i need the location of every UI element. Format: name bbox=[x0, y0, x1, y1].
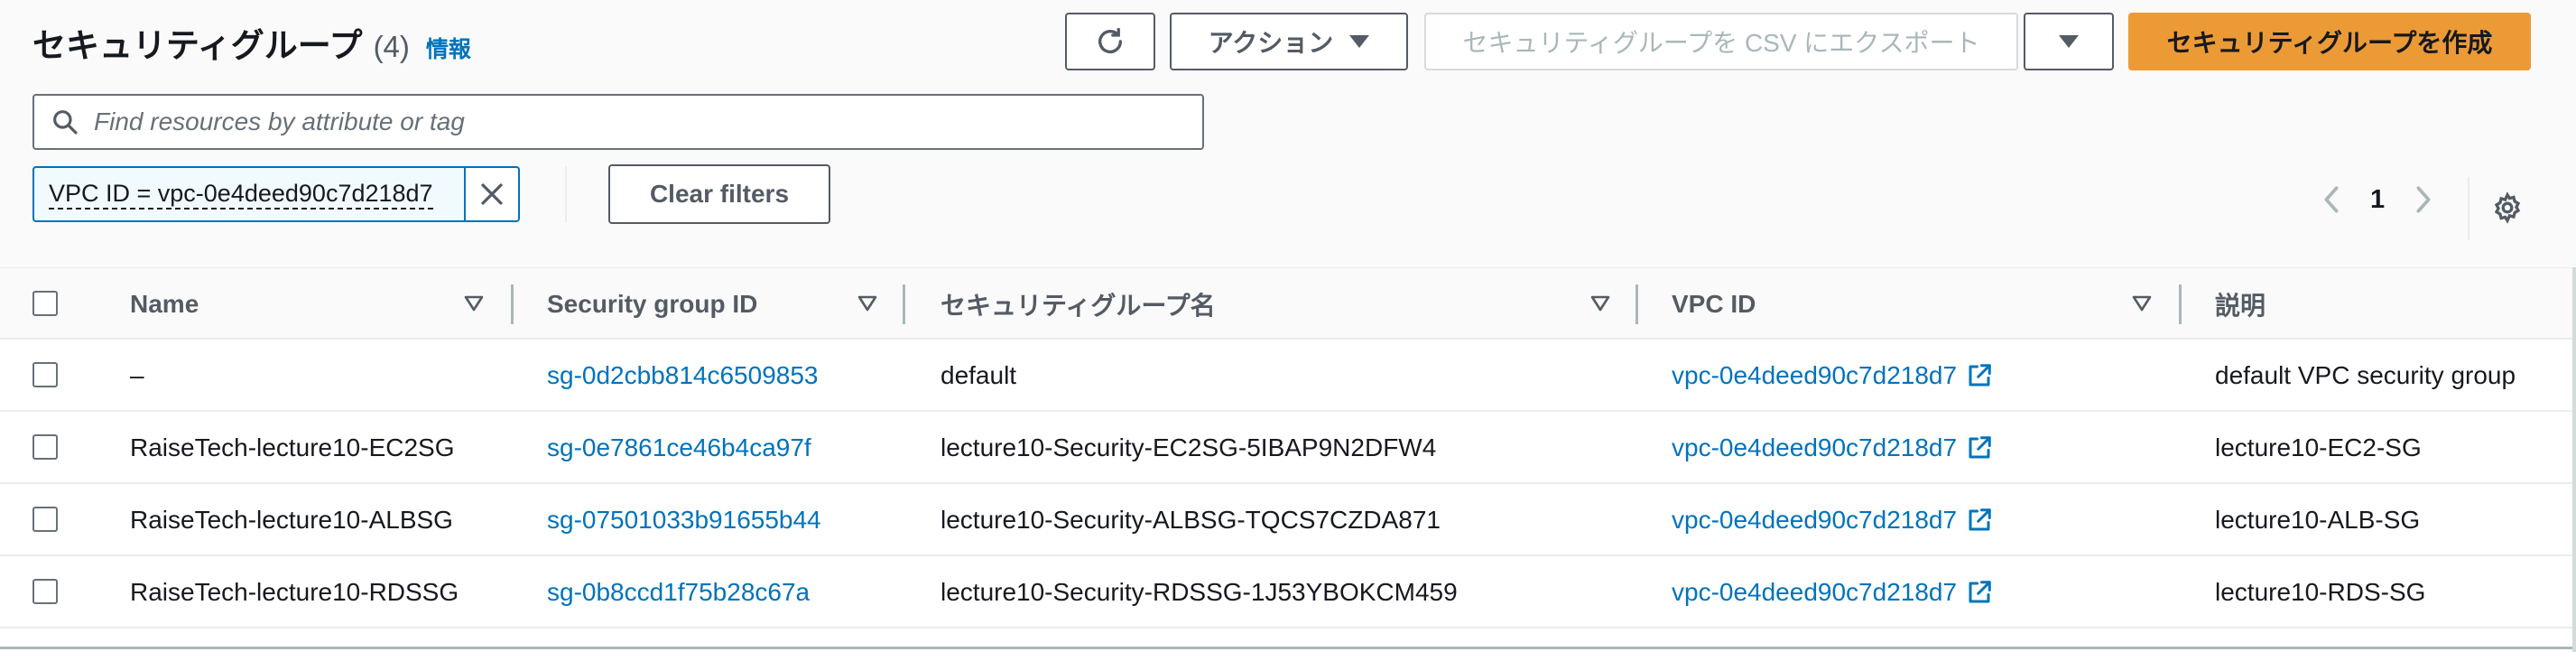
sort-icon[interactable] bbox=[2132, 295, 2152, 312]
cell-name: RaiseTech-lecture10-RDSSG bbox=[130, 578, 459, 606]
filter-token-label[interactable]: VPC ID = vpc-0e4deed90c7d218d7 bbox=[32, 166, 466, 222]
select-all-checkbox[interactable] bbox=[32, 291, 58, 316]
column-resizer[interactable] bbox=[2179, 284, 2182, 324]
search-bar[interactable] bbox=[32, 94, 1204, 150]
info-link[interactable]: 情報 bbox=[426, 32, 471, 64]
gear-icon bbox=[2494, 191, 2521, 224]
table-row[interactable]: RaiseTech-lecture10-RDSSG sg-0b8ccd1f75b… bbox=[0, 556, 2576, 629]
row-checkbox[interactable] bbox=[32, 362, 58, 387]
vpc-id-text: vpc-0e4deed90c7d218d7 bbox=[1672, 433, 1958, 461]
cell-security-group-id-link[interactable]: sg-07501033b91655b44 bbox=[547, 484, 821, 556]
cell-vpc-id-link[interactable]: vpc-0e4deed90c7d218d7 bbox=[1672, 340, 1993, 412]
external-link-icon bbox=[1969, 581, 1991, 603]
column-resizer[interactable] bbox=[903, 284, 905, 324]
column-header-vpc-id[interactable]: VPC ID bbox=[1672, 268, 1756, 340]
chevron-left-icon[interactable] bbox=[2320, 184, 2343, 215]
column-resizer[interactable] bbox=[1635, 284, 1638, 324]
cell-security-group-name: lecture10-Security-RDSSG-1J53YBOKCM459 bbox=[941, 578, 1458, 606]
search-input[interactable] bbox=[94, 107, 1159, 136]
sort-icon[interactable] bbox=[857, 295, 877, 312]
security-groups-table: Name Security group ID セキュリティグループ名 VPC I… bbox=[0, 267, 2576, 629]
remove-filter-button[interactable] bbox=[466, 166, 520, 222]
cell-description: lecture10-ALB-SG bbox=[2215, 506, 2421, 534]
table-row[interactable]: RaiseTech-lecture10-ALBSG sg-07501033b91… bbox=[0, 484, 2576, 556]
cell-security-group-name: lecture10-Security-ALBSG-TQCS7CZDA871 bbox=[941, 506, 1441, 534]
cell-name: – bbox=[130, 361, 144, 389]
table-row[interactable]: RaiseTech-lecture10-EC2SG sg-0e7861ce46b… bbox=[0, 412, 2576, 484]
cell-description: default VPC security group bbox=[2215, 361, 2516, 389]
vpc-id-text: vpc-0e4deed90c7d218d7 bbox=[1672, 578, 1958, 606]
cell-description: lecture10-EC2-SG bbox=[2215, 433, 2422, 461]
column-header-security-group-id[interactable]: Security group ID bbox=[547, 268, 757, 340]
sort-icon[interactable] bbox=[464, 295, 484, 312]
vpc-id-text: vpc-0e4deed90c7d218d7 bbox=[1672, 506, 1958, 534]
clear-filters-button[interactable]: Clear filters bbox=[608, 164, 830, 224]
caret-down-icon bbox=[1349, 35, 1370, 48]
scrollbar-edge[interactable] bbox=[2572, 267, 2576, 652]
cell-vpc-id-link[interactable]: vpc-0e4deed90c7d218d7 bbox=[1672, 484, 1993, 556]
page-title-text: セキュリティグループ bbox=[32, 27, 363, 64]
actions-label: アクション bbox=[1208, 29, 1334, 57]
cell-name: RaiseTech-lecture10-ALBSG bbox=[130, 506, 453, 534]
create-security-group-button[interactable]: セキュリティグループを作成 bbox=[2128, 13, 2531, 70]
caret-down-icon bbox=[2059, 35, 2079, 48]
table-header: Name Security group ID セキュリティグループ名 VPC I… bbox=[0, 267, 2576, 340]
cell-security-group-name: lecture10-Security-EC2SG-5IBAP9N2DFW4 bbox=[941, 433, 1437, 461]
external-link-icon bbox=[1969, 508, 1991, 531]
row-checkbox[interactable] bbox=[32, 434, 58, 460]
filter-divider bbox=[565, 166, 567, 222]
cell-security-group-id-link[interactable]: sg-0d2cbb814c6509853 bbox=[547, 340, 818, 412]
sort-icon[interactable] bbox=[1590, 295, 1610, 312]
filter-token[interactable]: VPC ID = vpc-0e4deed90c7d218d7 bbox=[32, 166, 520, 222]
export-dropdown-button[interactable] bbox=[2024, 13, 2114, 70]
pagination: 1 bbox=[2320, 184, 2435, 215]
cell-vpc-id-link[interactable]: vpc-0e4deed90c7d218d7 bbox=[1672, 556, 1993, 629]
external-link-icon bbox=[1969, 364, 1991, 387]
external-link-icon bbox=[1969, 436, 1991, 459]
actions-dropdown-button[interactable]: アクション bbox=[1170, 13, 1408, 70]
cell-security-group-name: default bbox=[941, 361, 1017, 389]
row-checkbox[interactable] bbox=[32, 579, 58, 604]
table-preferences-button[interactable] bbox=[2491, 191, 2524, 228]
close-icon bbox=[481, 183, 503, 205]
column-header-name[interactable]: Name bbox=[130, 268, 199, 340]
cell-security-group-id-link[interactable]: sg-0b8ccd1f75b28c67a bbox=[547, 556, 810, 629]
refresh-button[interactable] bbox=[1065, 13, 1155, 70]
refresh-icon bbox=[1098, 27, 1123, 53]
table-row[interactable]: – sg-0d2cbb814c6509853 default vpc-0e4de… bbox=[0, 340, 2576, 412]
filter-token-text: VPC ID = vpc-0e4deed90c7d218d7 bbox=[49, 179, 433, 210]
column-resizer[interactable] bbox=[511, 284, 514, 324]
cell-name: RaiseTech-lecture10-EC2SG bbox=[130, 433, 455, 461]
cell-description: lecture10-RDS-SG bbox=[2215, 578, 2426, 606]
chevron-right-icon[interactable] bbox=[2412, 184, 2435, 215]
resource-count: (4) bbox=[373, 30, 410, 63]
pagination-divider bbox=[2468, 177, 2469, 240]
export-csv-button[interactable]: セキュリティグループを CSV にエクスポート bbox=[1424, 13, 2018, 70]
column-header-description: 説明 bbox=[2215, 292, 2266, 320]
column-header-security-group-name[interactable]: セキュリティグループ名 bbox=[941, 268, 1216, 340]
cell-vpc-id-link[interactable]: vpc-0e4deed90c7d218d7 bbox=[1672, 412, 1993, 484]
search-icon bbox=[53, 110, 78, 135]
vpc-id-text: vpc-0e4deed90c7d218d7 bbox=[1672, 361, 1958, 389]
cell-security-group-id-link[interactable]: sg-0e7861ce46b4ca97f bbox=[547, 412, 811, 484]
page-title: セキュリティグループ (4) 情報 bbox=[32, 18, 471, 67]
bottom-border bbox=[0, 647, 2576, 649]
current-page-number[interactable]: 1 bbox=[2370, 185, 2385, 215]
row-checkbox[interactable] bbox=[32, 507, 58, 532]
